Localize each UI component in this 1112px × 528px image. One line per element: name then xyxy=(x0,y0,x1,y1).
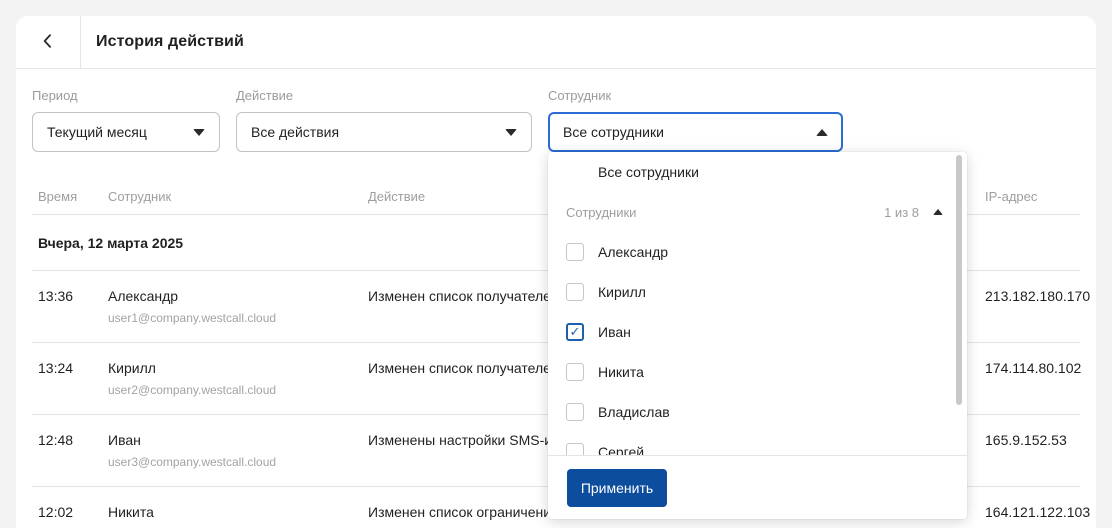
employee-select[interactable]: Все сотрудники xyxy=(548,112,843,152)
row-employee-name: Кирилл xyxy=(108,360,156,376)
dropdown-employee-option[interactable]: Александр xyxy=(548,232,967,272)
employee-checkbox[interactable] xyxy=(566,323,584,341)
employee-dropdown-panel: Все сотрудники Сотрудники 1 из 8 Алексан… xyxy=(548,152,967,519)
chevron-up-icon xyxy=(816,128,828,136)
chevron-left-icon xyxy=(38,31,58,54)
dropdown-employee-option[interactable]: Владислав xyxy=(548,392,967,432)
row-employee-name: Иван xyxy=(108,432,141,448)
employee-checkbox[interactable] xyxy=(566,443,584,455)
employee-option-label: Никита xyxy=(598,364,644,380)
row-ip: 213.182.180.170 xyxy=(985,288,1091,304)
employee-dropdown-list: Все сотрудники Сотрудники 1 из 8 Алексан… xyxy=(548,152,967,455)
header-divider xyxy=(80,16,81,69)
back-button[interactable] xyxy=(16,16,80,69)
chevron-down-icon xyxy=(193,128,205,136)
employee-select-value: Все сотрудники xyxy=(563,124,664,140)
chevron-down-icon xyxy=(505,128,517,136)
dropdown-employee-option[interactable]: Кирилл xyxy=(548,272,967,312)
dropdown-employee-option[interactable]: Сергей xyxy=(548,432,967,455)
action-select[interactable]: Все действия xyxy=(236,112,532,152)
row-employee: Никита xyxy=(108,504,368,527)
row-employee-email: user1@company.westcall.cloud xyxy=(108,311,277,325)
dropdown-group-header: Сотрудники 1 из 8 xyxy=(548,192,967,232)
dropdown-selected-count: 1 из 8 xyxy=(884,204,919,220)
filter-employee-label: Сотрудник xyxy=(548,88,612,103)
apply-button[interactable]: Применить xyxy=(567,469,667,507)
action-select-value: Все действия xyxy=(251,124,340,140)
filter-period: Период Текущий месяц xyxy=(32,88,220,152)
row-time: 13:24 xyxy=(38,360,74,376)
period-select[interactable]: Текущий месяц xyxy=(32,112,220,152)
period-select-value: Текущий месяц xyxy=(47,124,147,140)
col-header-employee: Сотрудник xyxy=(108,189,172,204)
employee-option-label: Кирилл xyxy=(598,284,646,300)
employee-checkbox[interactable] xyxy=(566,363,584,381)
row-employee-name: Никита xyxy=(108,504,154,520)
dropdown-group-label: Сотрудники xyxy=(566,204,637,220)
employee-checkbox[interactable] xyxy=(566,403,584,421)
dropdown-employee-option[interactable]: Иван xyxy=(548,312,967,352)
dropdown-option-all-employees[interactable]: Все сотрудники xyxy=(548,152,967,192)
page-header: История действий xyxy=(16,16,1096,69)
page-title: История действий xyxy=(96,33,244,50)
dropdown-footer: Применить xyxy=(548,455,967,519)
employee-option-label: Владислав xyxy=(598,404,670,420)
dropdown-scrollbar[interactable] xyxy=(956,155,962,405)
row-employee: Кирилл user2@company.westcall.cloud xyxy=(108,360,368,397)
date-group-label: Вчера, 12 марта 2025 xyxy=(38,234,184,251)
dropdown-employee-items: Александр Кирилл Иван Никита xyxy=(548,232,967,455)
row-ip: 165.9.152.53 xyxy=(985,432,1067,448)
filter-action-label: Действие xyxy=(236,88,294,103)
employee-option-label: Иван xyxy=(598,324,631,340)
row-ip: 164.121.122.103 xyxy=(985,504,1091,520)
col-header-time: Время xyxy=(38,189,78,204)
col-header-ip: IP-адрес xyxy=(985,189,1038,204)
row-ip: 174.114.80.102 xyxy=(985,360,1082,376)
filter-period-label: Период xyxy=(32,88,78,103)
row-employee-email: user3@company.westcall.cloud xyxy=(108,455,277,469)
row-time: 12:48 xyxy=(38,432,74,448)
dropdown-employee-option[interactable]: Никита xyxy=(548,352,967,392)
employee-checkbox[interactable] xyxy=(566,243,584,261)
row-employee: Иван user3@company.westcall.cloud xyxy=(108,432,368,469)
employee-option-label: Александр xyxy=(598,244,669,260)
filter-action: Действие Все действия xyxy=(236,88,532,152)
row-time: 13:36 xyxy=(38,288,74,304)
employee-checkbox[interactable] xyxy=(566,283,584,301)
row-employee-name: Александр xyxy=(108,288,179,304)
row-employee-email: user2@company.westcall.cloud xyxy=(108,383,277,397)
filter-employee: Сотрудник Все сотрудники xyxy=(548,88,843,152)
row-time: 12:02 xyxy=(38,504,74,520)
collapse-group-icon[interactable] xyxy=(933,209,943,215)
employee-option-label: Сергей xyxy=(598,444,645,455)
row-employee: Александр user1@company.westcall.cloud xyxy=(108,288,368,325)
